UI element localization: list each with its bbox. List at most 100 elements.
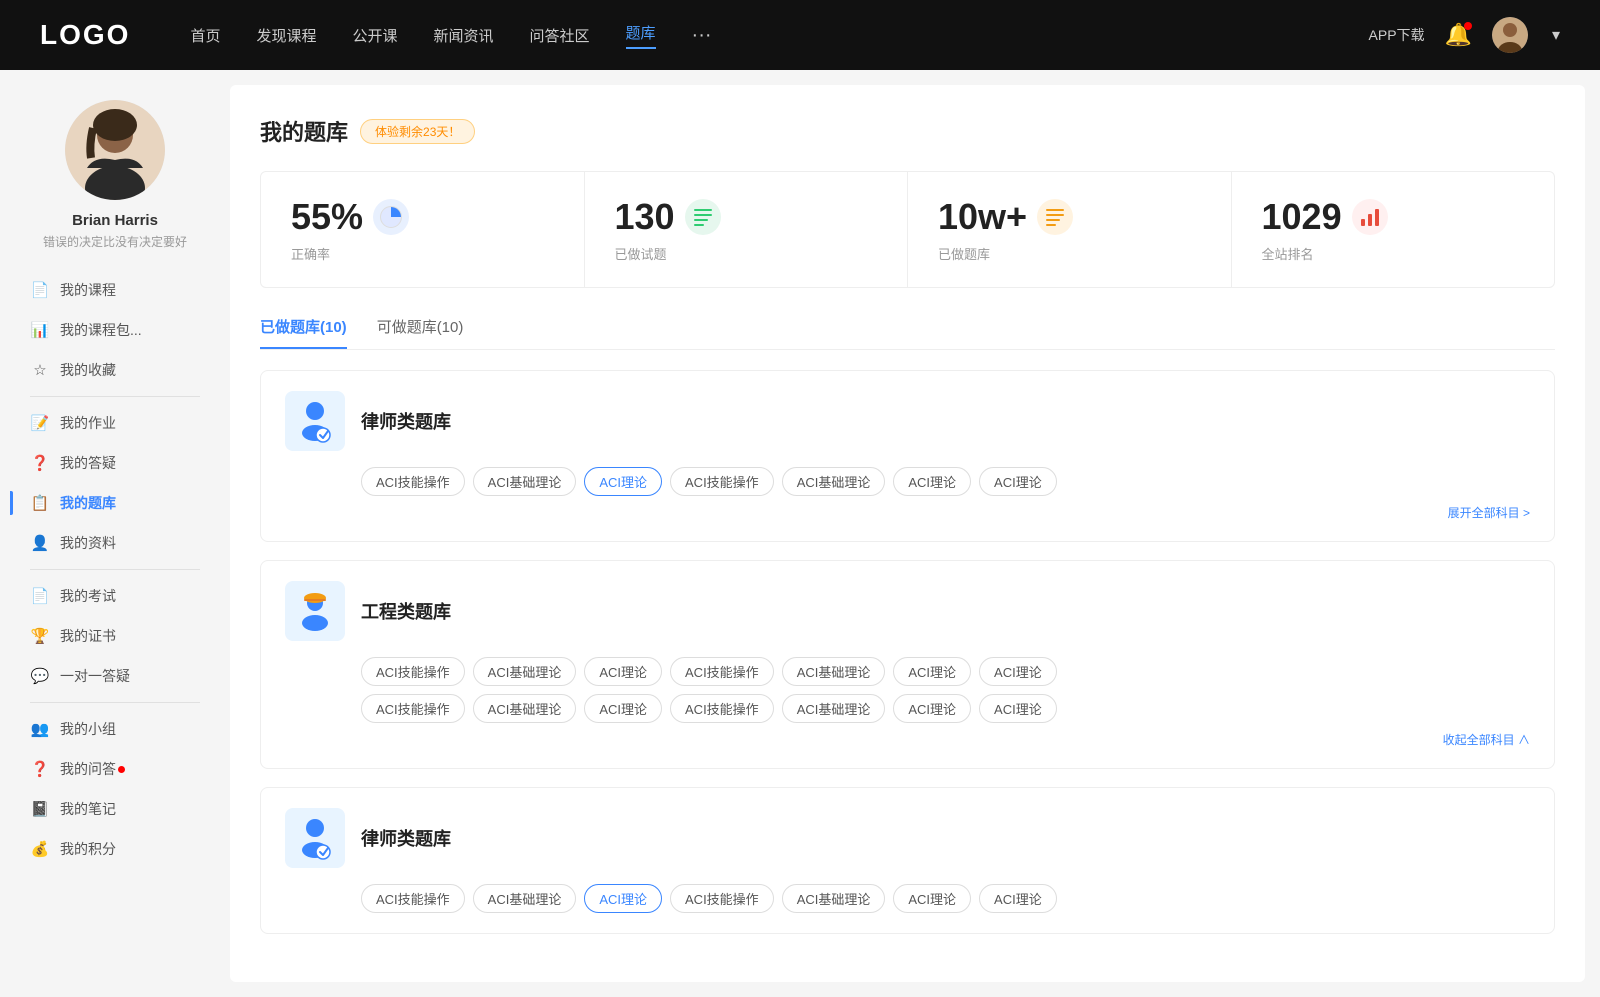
qbank-tag[interactable]: ACI技能操作 (670, 884, 774, 913)
exams-icon: 📄 (30, 587, 50, 605)
sidebar-item-label: 我的作业 (60, 413, 116, 433)
notification-bell[interactable]: 🔔 (1445, 22, 1472, 48)
qbank-tag[interactable]: ACI理论 (979, 657, 1057, 686)
qbank-tag[interactable]: ACI理论 (893, 657, 971, 686)
nav-news[interactable]: 新闻资讯 (434, 25, 494, 46)
qbank-tag[interactable]: ACI理论 (584, 694, 662, 723)
sidebar-item-questions[interactable]: ❓ 我的答疑 (10, 443, 220, 483)
done-banks-value: 10w+ (938, 196, 1027, 238)
user-menu-chevron-icon[interactable]: ▾ (1552, 25, 1560, 45)
qbank-tag[interactable]: ACI理论 (893, 467, 971, 496)
sidebar-item-notes[interactable]: 📓 我的笔记 (10, 789, 220, 829)
tab-available-banks[interactable]: 可做题库(10) (377, 316, 464, 349)
qbank-header-engineer: 工程类题库 (285, 581, 1530, 641)
qbank-tag[interactable]: ACI理论 (893, 884, 971, 913)
sidebar-profile: Brian Harris 错误的决定比没有决定要好 (0, 70, 230, 270)
course-packages-icon: 📊 (30, 321, 50, 339)
nav-opencourse[interactable]: 公开课 (352, 25, 397, 46)
qbank-tags-engineer-row2: ACI技能操作 ACI基础理论 ACI理论 ACI技能操作 ACI基础理论 AC… (361, 694, 1530, 723)
qbank-tag[interactable]: ACI基础理论 (782, 657, 886, 686)
stat-done-questions: 130 已做试题 (585, 172, 909, 287)
points-icon: 💰 (30, 840, 50, 858)
sidebar-item-label: 我的问答 (60, 759, 116, 779)
qbank-tag[interactable]: ACI理论 (584, 657, 662, 686)
qbank-tag[interactable]: ACI技能操作 (361, 694, 465, 723)
sidebar-item-course-packages[interactable]: 📊 我的课程包... (10, 310, 220, 350)
qbank-tag[interactable]: ACI理论 (979, 694, 1057, 723)
notes-icon: 📓 (30, 800, 50, 818)
sidebar-item-profile[interactable]: 👤 我的资料 (10, 523, 220, 563)
sidebar-divider-3 (30, 702, 200, 703)
sidebar-divider-1 (30, 396, 200, 397)
qbank-tag[interactable]: ACI技能操作 (670, 467, 774, 496)
sidebar-item-one-on-one[interactable]: 💬 一对一答疑 (10, 656, 220, 696)
tab-done-banks[interactable]: 已做题库(10) (260, 316, 347, 349)
stat-accuracy: 55% 正确率 (261, 172, 585, 287)
nav-discover[interactable]: 发现课程 (256, 25, 316, 46)
nav-items: 首页 发现课程 公开课 新闻资讯 问答社区 题库 ··· (190, 22, 1368, 49)
sidebar-item-my-qa[interactable]: ❓ 我的问答 (10, 749, 220, 789)
page-title: 我的题库 (260, 115, 348, 147)
nav-more[interactable]: ··· (692, 24, 712, 47)
sidebar-divider-2 (30, 569, 200, 570)
lawyer-person-icon (293, 399, 337, 443)
sidebar-item-certificates[interactable]: 🏆 我的证书 (10, 616, 220, 656)
sidebar-item-label: 我的考试 (60, 586, 116, 606)
qbank-tag[interactable]: ACI基础理论 (782, 467, 886, 496)
lawyer-person-icon-3 (293, 816, 337, 860)
qbank-tag[interactable]: ACI基础理论 (473, 694, 577, 723)
sidebar-menu: 📄 我的课程 📊 我的课程包... ☆ 我的收藏 📝 我的作业 ❓ 我的答疑 � (0, 270, 230, 869)
app-download-link[interactable]: APP下载 (1369, 25, 1425, 45)
stat-done-top: 130 (615, 196, 721, 238)
qbank-tag[interactable]: ACI技能操作 (361, 467, 465, 496)
qbank-tag[interactable]: ACI技能操作 (361, 884, 465, 913)
main-content: 我的题库 体验剩余23天！ 55% 正确率 (230, 85, 1585, 982)
qbank-tag[interactable]: ACI基础理论 (473, 657, 577, 686)
sidebar-item-homework[interactable]: 📝 我的作业 (10, 403, 220, 443)
qbank-name-lawyer-1: 律师类题库 (361, 408, 451, 434)
qbank-tag[interactable]: ACI技能操作 (670, 657, 774, 686)
sidebar-item-label: 我的资料 (60, 533, 116, 553)
sidebar-item-question-bank[interactable]: 📋 我的题库 (10, 483, 220, 523)
profile-avatar (65, 100, 165, 200)
stat-accuracy-top: 55% (291, 196, 409, 238)
qbank-tag[interactable]: ACI理论 (979, 884, 1057, 913)
nav-qa[interactable]: 问答社区 (530, 25, 590, 46)
nav-question-bank[interactable]: 题库 (626, 22, 656, 49)
pie-chart-icon (379, 205, 403, 229)
qbank-item-lawyer-3: 律师类题库 ACI技能操作 ACI基础理论 ACI理论 ACI技能操作 ACI基… (260, 787, 1555, 934)
qbank-tag[interactable]: ACI技能操作 (361, 657, 465, 686)
main-header: 我的题库 体验剩余23天！ (260, 115, 1555, 147)
sidebar-item-courses[interactable]: 📄 我的课程 (10, 270, 220, 310)
done-questions-value: 130 (615, 196, 675, 238)
qbank-tag-active[interactable]: ACI理论 (584, 884, 662, 913)
qbank-tag[interactable]: ACI基础理论 (782, 694, 886, 723)
sidebar-item-exams[interactable]: 📄 我的考试 (10, 576, 220, 616)
sidebar-item-favorites[interactable]: ☆ 我的收藏 (10, 350, 220, 390)
stats-row: 55% 正确率 130 (260, 171, 1555, 288)
avatar-image (1492, 17, 1528, 53)
qbank-tag-active[interactable]: ACI理论 (584, 467, 662, 496)
qbank-tags-lawyer-3: ACI技能操作 ACI基础理论 ACI理论 ACI技能操作 ACI基础理论 AC… (361, 884, 1530, 913)
profile-avatar-image (65, 100, 165, 200)
qbank-tag[interactable]: ACI理论 (979, 467, 1057, 496)
qbank-tag[interactable]: ACI基础理论 (473, 884, 577, 913)
qbank-tag[interactable]: ACI理论 (893, 694, 971, 723)
list-green-icon (691, 205, 715, 229)
qbank-tag[interactable]: ACI基础理论 (782, 884, 886, 913)
user-avatar[interactable] (1492, 17, 1528, 53)
accuracy-value: 55% (291, 196, 363, 238)
qbank-tag[interactable]: ACI技能操作 (670, 694, 774, 723)
sidebar-item-label: 我的积分 (60, 839, 116, 859)
qbank-tag[interactable]: ACI基础理论 (473, 467, 577, 496)
qbank-collapse-engineer[interactable]: 收起全部科目 ∧ (285, 731, 1530, 748)
sidebar-item-points[interactable]: 💰 我的积分 (10, 829, 220, 869)
nav-home[interactable]: 首页 (190, 25, 220, 46)
sidebar-item-groups[interactable]: 👥 我的小组 (10, 709, 220, 749)
qbank-expand-lawyer-1[interactable]: 展开全部科目 > (285, 504, 1530, 521)
qbank-name-engineer: 工程类题库 (361, 598, 451, 624)
my-qa-icon: ❓ (30, 760, 50, 778)
ranking-icon (1352, 199, 1388, 235)
sidebar-item-label: 我的课程 (60, 280, 116, 300)
favorites-icon: ☆ (30, 361, 50, 379)
